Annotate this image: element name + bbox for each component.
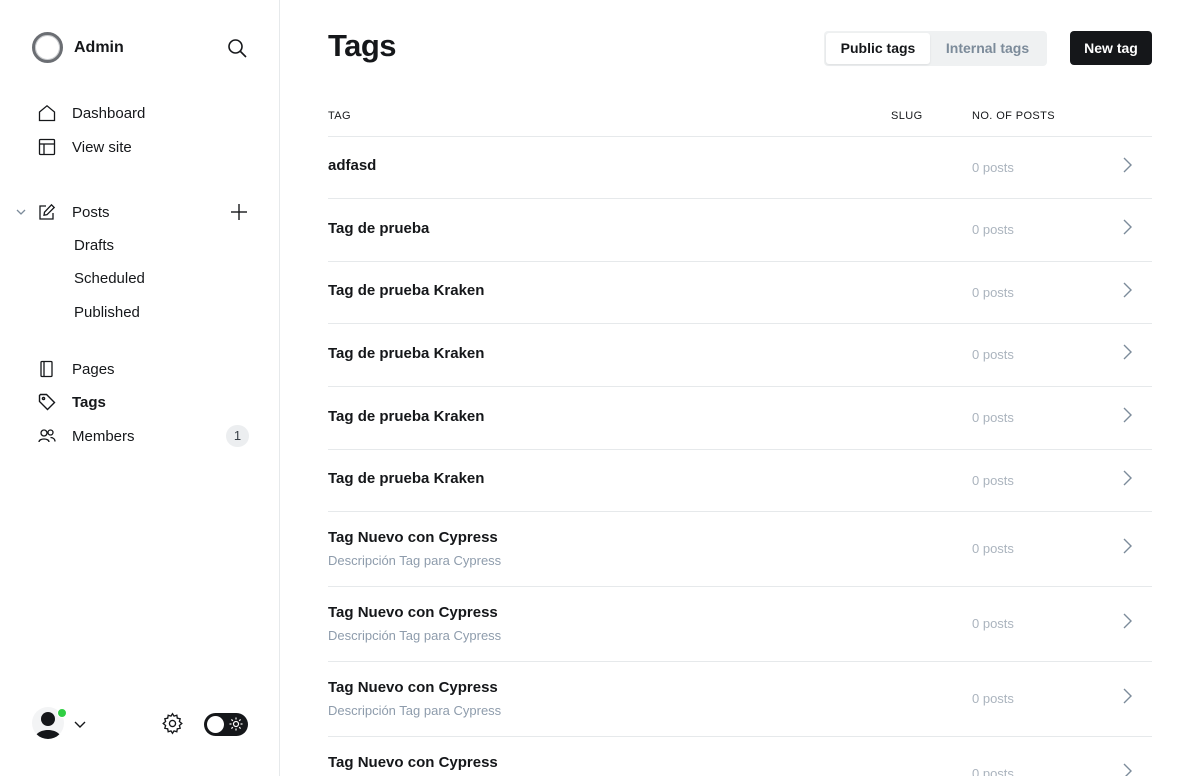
tag-name: Tag Nuevo con Cypress <box>328 679 498 696</box>
nav-members[interactable]: Members <box>38 425 135 447</box>
chevron-right-icon <box>1123 407 1132 423</box>
tag-post-count: 0 posts <box>972 766 1014 776</box>
table-row[interactable]: Tag Nuevo con Cypress Descripción Tag pa… <box>328 662 1152 737</box>
nav-tags-label: Tags <box>72 393 106 411</box>
nav-published[interactable]: Published <box>74 303 140 323</box>
new-tag-button[interactable]: New tag <box>1070 31 1152 65</box>
table-row[interactable]: Tag de prueba Kraken 0 posts <box>328 387 1152 450</box>
page-icon <box>38 360 56 378</box>
chevron-right-icon <box>1123 470 1132 486</box>
table-row[interactable]: Tag de prueba Kraken 0 posts <box>328 450 1152 512</box>
chevron-right-icon <box>1123 763 1132 776</box>
table-row[interactable]: Tag Nuevo con Cypress 0 posts <box>328 737 1152 776</box>
layout-icon <box>38 138 56 156</box>
chevron-right-icon <box>1123 219 1132 235</box>
table-row[interactable]: Tag Nuevo con Cypress Descripción Tag pa… <box>328 587 1152 662</box>
tag-name: Tag Nuevo con Cypress <box>328 529 498 546</box>
tag-icon <box>38 393 56 411</box>
column-header-tag: TAG <box>328 110 351 122</box>
nav-scheduled[interactable]: Scheduled <box>74 269 145 289</box>
nav-posts-label: Posts <box>72 203 110 221</box>
tag-post-count: 0 posts <box>972 616 1014 631</box>
edit-icon <box>38 203 56 221</box>
sun-icon <box>229 717 243 731</box>
nav-posts[interactable]: Posts <box>38 201 110 223</box>
tag-name: adfasd <box>328 157 377 174</box>
site-logo <box>32 32 63 63</box>
tag-post-count: 0 posts <box>972 285 1014 300</box>
tag-post-count: 0 posts <box>972 222 1014 237</box>
column-header-posts: NO. OF POSTS <box>972 110 1056 122</box>
column-header-slug: SLUG <box>891 110 923 122</box>
online-status-dot <box>57 708 67 718</box>
chevron-right-icon <box>1123 613 1132 629</box>
page-title: Tags <box>328 28 397 63</box>
tag-post-count: 0 posts <box>972 160 1014 175</box>
home-icon <box>38 104 56 122</box>
site-name: Admin <box>74 38 124 56</box>
tag-name: Tag Nuevo con Cypress <box>328 604 498 621</box>
tag-name: Tag de prueba Kraken <box>328 408 485 425</box>
chevron-right-icon <box>1123 157 1132 173</box>
tag-post-count: 0 posts <box>972 347 1014 362</box>
tag-post-count: 0 posts <box>972 541 1014 556</box>
members-count-badge: 1 <box>226 425 249 447</box>
tag-description: Descripción Tag para Cypress <box>328 553 502 568</box>
tag-name: Tag Nuevo con Cypress <box>328 754 498 771</box>
chevron-right-icon <box>1123 538 1132 554</box>
tag-name: Tag de prueba Kraken <box>328 470 485 487</box>
table-row[interactable]: Tag de prueba 0 posts <box>328 199 1152 262</box>
tag-post-count: 0 posts <box>972 410 1014 425</box>
nav-drafts[interactable]: Drafts <box>74 236 114 256</box>
table-row[interactable]: Tag Nuevo con Cypress Descripción Tag pa… <box>328 512 1152 587</box>
nav-pages[interactable]: Pages <box>38 358 115 380</box>
tag-post-count: 0 posts <box>972 473 1014 488</box>
tag-name: Tag de prueba Kraken <box>328 345 485 362</box>
chevron-down-icon[interactable] <box>73 717 87 731</box>
theme-toggle[interactable] <box>204 713 248 736</box>
tag-description: Descripción Tag para Cypress <box>328 628 502 643</box>
nav-dashboard-label: Dashboard <box>72 104 146 122</box>
gear-icon[interactable] <box>161 712 184 735</box>
sidebar: Admin Dashboard View site Posts Drafts S… <box>0 0 280 776</box>
nav-tags[interactable]: Tags <box>38 391 106 413</box>
tag-description: Descripción Tag para Cypress <box>328 703 502 718</box>
table-row[interactable]: Tag de prueba Kraken 0 posts <box>328 324 1152 387</box>
chevron-down-icon[interactable] <box>15 206 27 218</box>
nav-view-site[interactable]: View site <box>38 136 132 158</box>
tag-name: Tag de prueba Kraken <box>328 282 485 299</box>
nav-view-site-label: View site <box>72 138 132 156</box>
tab-public-tags[interactable]: Public tags <box>826 33 930 64</box>
chevron-right-icon <box>1123 344 1132 360</box>
chevron-right-icon <box>1123 282 1132 298</box>
table-row[interactable]: adfasd 0 posts <box>328 137 1152 199</box>
toggle-knob <box>207 716 224 733</box>
tag-name: Tag de prueba <box>328 220 430 237</box>
table-row[interactable]: Tag de prueba Kraken 0 posts <box>328 262 1152 324</box>
nav-pages-label: Pages <box>72 360 115 378</box>
nav-dashboard[interactable]: Dashboard <box>38 102 145 124</box>
search-icon[interactable] <box>226 37 248 59</box>
plus-icon[interactable] <box>229 202 249 222</box>
members-icon <box>38 427 56 445</box>
nav-members-label: Members <box>72 427 135 445</box>
brand[interactable]: Admin <box>32 32 124 63</box>
tag-post-count: 0 posts <box>972 691 1014 706</box>
tag-type-switch: Public tags Internal tags <box>824 31 1047 66</box>
chevron-right-icon <box>1123 688 1132 704</box>
tab-internal-tags[interactable]: Internal tags <box>930 33 1045 64</box>
